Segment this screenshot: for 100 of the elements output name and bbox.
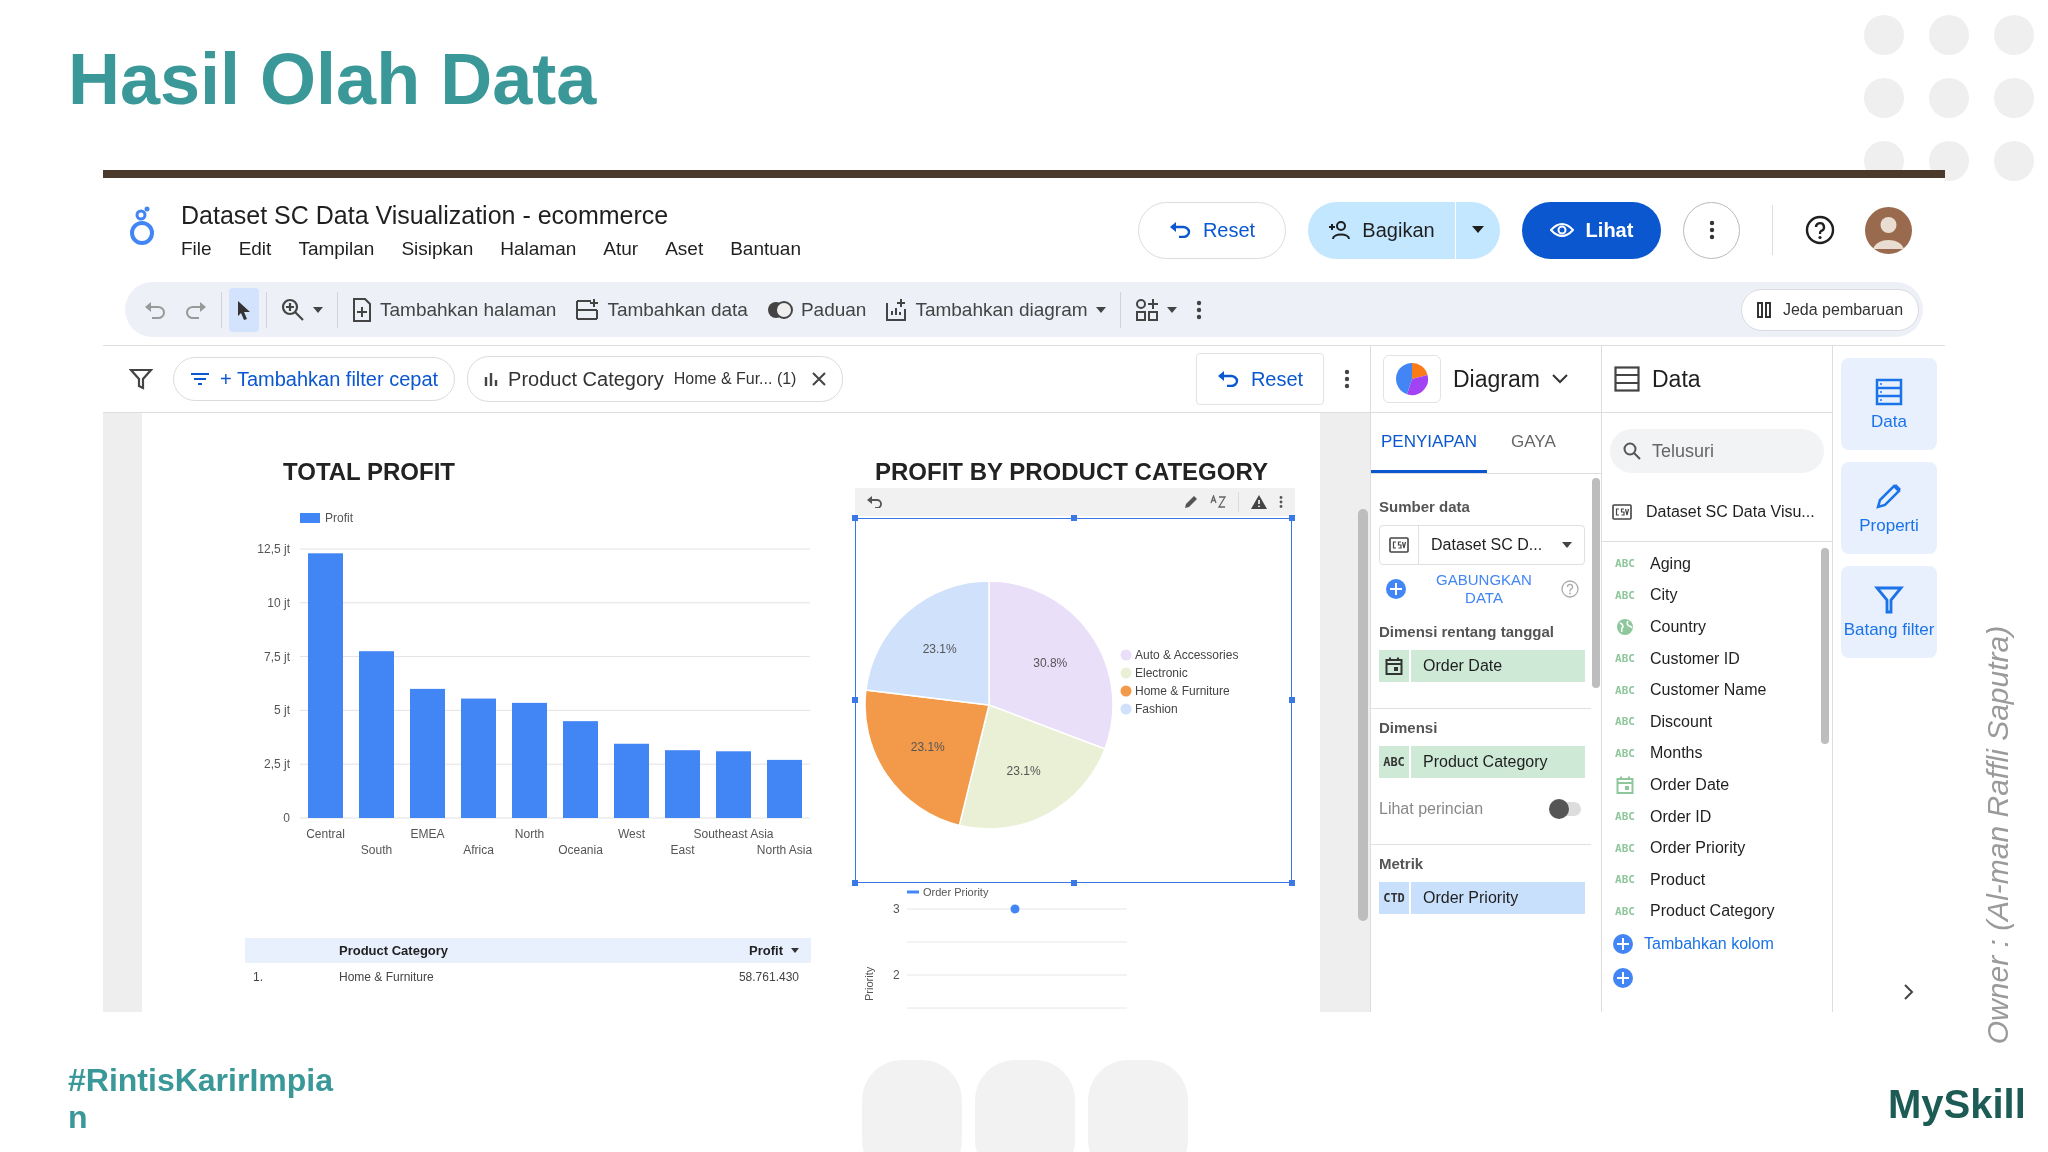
section-label: Sumber data xyxy=(1379,498,1471,515)
chart-title: TOTAL PROFIT xyxy=(283,458,455,486)
field-item[interactable]: Customer ID xyxy=(1650,649,1740,668)
resize-handle[interactable] xyxy=(852,880,858,886)
legend-label: Auto & Accessories xyxy=(1135,648,1239,662)
blend-data-link[interactable]: GABUNGKAN DATA xyxy=(1417,571,1551,607)
add-icon[interactable] xyxy=(1385,578,1407,600)
field-item[interactable]: Order Date xyxy=(1650,775,1730,794)
chevron-down-icon[interactable] xyxy=(1551,374,1568,384)
field-item[interactable]: Months xyxy=(1650,744,1703,763)
search-icon xyxy=(1623,442,1641,460)
resize-handle[interactable] xyxy=(1071,880,1077,886)
add-quick-filter-button[interactable]: + Tambahkan filter cepat xyxy=(173,357,456,401)
close-icon[interactable] xyxy=(812,372,827,386)
resize-handle[interactable] xyxy=(1071,515,1077,521)
column-header[interactable]: Product Category xyxy=(339,943,449,958)
field-item[interactable]: Discount xyxy=(1650,712,1713,731)
filter-icon[interactable] xyxy=(129,368,153,390)
toggle-label: Lihat perincian xyxy=(1379,800,1484,818)
legend-label: Profit xyxy=(325,511,353,525)
theme-tool-button[interactable]: Paduan xyxy=(759,287,874,332)
more-icon[interactable] xyxy=(1344,369,1350,389)
field-type-label: ABC xyxy=(1614,715,1636,729)
add-chart-tool-button[interactable]: Tambahkan diagram xyxy=(878,287,1113,332)
panel-tab[interactable]: GAYA xyxy=(1501,413,1566,473)
add-field-link[interactable]: Tambahkan kolom xyxy=(1644,935,1774,954)
field-item[interactable]: Country xyxy=(1650,618,1707,636)
add-icon[interactable] xyxy=(1612,933,1634,956)
axis-label: East xyxy=(670,843,695,857)
selection-frame[interactable]: 30.8% 23.1% 23.1% 23.1% Auto & Accessories Electronic Home & Furniture Fashion xyxy=(855,518,1292,883)
pause-updates-button[interactable]: Jeda pembaruan xyxy=(1741,288,1919,331)
axis-label: EMEA xyxy=(410,827,445,841)
resize-handle[interactable] xyxy=(1289,880,1295,886)
reset-button[interactable]: Reset xyxy=(1138,201,1286,259)
field-item[interactable]: Order ID xyxy=(1650,807,1712,826)
menu-item[interactable]: Halaman xyxy=(500,237,577,260)
data-label: 23.1% xyxy=(1006,763,1041,778)
menu-item[interactable]: Edit xyxy=(238,237,272,260)
axis-label: South xyxy=(360,843,393,857)
edit-icon[interactable] xyxy=(1184,495,1198,509)
axis-label: Oceania xyxy=(558,843,603,857)
add-page-tool-button[interactable]: Tambahkan halaman xyxy=(345,287,564,332)
search-field[interactable]: Telusuri xyxy=(1610,429,1824,473)
menu-item[interactable]: Tampilan xyxy=(298,237,375,260)
field-item[interactable]: Aging xyxy=(1650,554,1691,573)
pointer-tool-button[interactable] xyxy=(229,287,259,332)
resize-handle[interactable] xyxy=(852,515,858,521)
field-item[interactable]: Order Priority xyxy=(1650,839,1746,858)
sort-icon[interactable] xyxy=(1210,495,1226,509)
add-data-tool-button[interactable]: Tambahkan data xyxy=(568,287,755,332)
calendar-icon xyxy=(1614,775,1636,794)
table-cell: 58.761.430 xyxy=(738,970,799,984)
axis-label: 5 jt xyxy=(274,703,290,718)
avatar[interactable] xyxy=(1865,206,1912,254)
metric-field-chip[interactable]: CTD Order Priority xyxy=(1379,882,1585,914)
controls-icon xyxy=(1134,297,1159,322)
axis-label: Africa xyxy=(463,843,494,857)
side-panel-button[interactable]: Batang filter xyxy=(1841,566,1937,658)
chart-type-button[interactable] xyxy=(1383,355,1441,403)
field-item[interactable]: Product Category xyxy=(1650,902,1775,921)
menu-item[interactable]: File xyxy=(181,237,212,260)
sort-caret-icon[interactable] xyxy=(791,948,799,953)
field-item[interactable]: City xyxy=(1650,586,1678,605)
filter-chip[interactable]: Product Category Home & Fur... (1) xyxy=(467,356,844,402)
dimension-field-chip[interactable]: ABC Product Category xyxy=(1379,746,1585,778)
column-header[interactable]: Profit xyxy=(749,943,783,958)
field-item[interactable]: Customer Name xyxy=(1650,681,1767,700)
menu-item[interactable]: Atur xyxy=(603,237,639,260)
date-range-field-chip[interactable]: Order Date xyxy=(1379,650,1585,682)
side-panel-button[interactable]: Data xyxy=(1841,358,1937,450)
resize-handle[interactable] xyxy=(1289,515,1295,521)
drilldown-toggle[interactable] xyxy=(1551,802,1581,816)
slide-title: Hasil Olah Data xyxy=(68,38,597,120)
filter-icon xyxy=(1874,585,1904,616)
add-icon[interactable] xyxy=(1612,967,1634,990)
chevron-right-icon[interactable] xyxy=(1904,984,1914,1000)
side-panel-button[interactable]: Properti xyxy=(1841,462,1937,554)
more-icon xyxy=(1195,299,1202,320)
panel-tab[interactable]: PENYIAPAN xyxy=(1371,413,1488,473)
reset-button[interactable]: Reset xyxy=(1196,353,1324,405)
data-source-dropdown[interactable]: Dataset SC D... xyxy=(1379,525,1585,565)
scrollbar[interactable] xyxy=(1592,478,1600,688)
field-type-label: ABC xyxy=(1614,588,1636,602)
axis-label: 12,5 jt xyxy=(257,542,290,556)
help-icon[interactable] xyxy=(1805,215,1835,245)
scrollbar[interactable] xyxy=(1358,509,1368,921)
undo-icon[interactable] xyxy=(867,496,883,508)
more-icon[interactable] xyxy=(1279,496,1283,508)
scrollbar[interactable] xyxy=(1821,548,1829,744)
menu-item[interactable]: Aset xyxy=(665,237,704,260)
axis-label: North Asia xyxy=(756,843,813,857)
field-item[interactable]: Product xyxy=(1650,870,1706,889)
legend-label: Home & Furniture xyxy=(1135,684,1230,698)
menu-item[interactable]: Bantuan xyxy=(730,237,801,260)
section-label: Metrik xyxy=(1379,855,1425,872)
warning-icon[interactable] xyxy=(1251,495,1267,509)
menu-item[interactable]: Sisipkan xyxy=(401,237,474,260)
resize-handle[interactable] xyxy=(852,697,858,703)
view-button[interactable]: Lihat xyxy=(1522,201,1661,259)
resize-handle[interactable] xyxy=(1289,697,1295,703)
